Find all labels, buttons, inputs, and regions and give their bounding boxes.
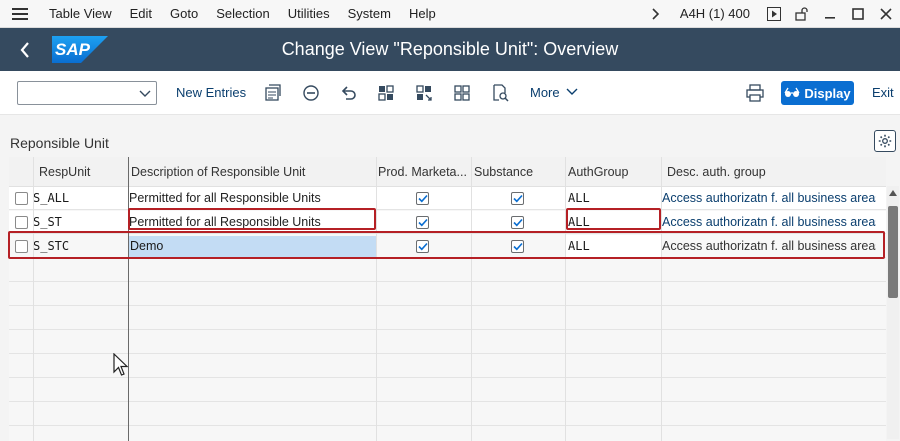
menu-help[interactable]: Help bbox=[400, 0, 445, 28]
exit-button[interactable]: Exit bbox=[872, 71, 894, 115]
menu-edit[interactable]: Edit bbox=[121, 0, 161, 28]
checkmark-icon bbox=[512, 218, 523, 227]
copy-as-icon[interactable] bbox=[263, 83, 283, 103]
empty-table-row bbox=[9, 259, 886, 282]
vertical-scrollbar[interactable] bbox=[887, 186, 899, 439]
system-info: A4H (1) 400 bbox=[679, 6, 750, 21]
prod-marketability-checkbox[interactable] bbox=[416, 192, 429, 205]
column-divider bbox=[565, 157, 566, 441]
chevron-down-icon bbox=[139, 90, 151, 97]
glasses-icon bbox=[784, 87, 800, 97]
column-divider bbox=[33, 157, 34, 441]
empty-table-row bbox=[9, 331, 886, 354]
chevron-down-icon bbox=[566, 88, 578, 95]
highlight-row-s-stc bbox=[8, 231, 885, 259]
checkmark-icon bbox=[417, 218, 428, 227]
display-button[interactable]: Display bbox=[781, 81, 854, 105]
more-button[interactable]: More bbox=[530, 71, 578, 115]
column-header-authgroup[interactable]: AuthGroup bbox=[568, 157, 658, 187]
content-area: Reponsible Unit RespUnit Description of … bbox=[0, 115, 900, 441]
select-block-icon[interactable] bbox=[414, 83, 434, 103]
column-divider bbox=[376, 157, 377, 441]
sap-logo-text: SAP bbox=[55, 40, 90, 59]
menu-bar: Table View Edit Goto Selection Utilities… bbox=[0, 0, 900, 28]
menu-goto[interactable]: Goto bbox=[161, 0, 207, 28]
column-header-prod-marketability[interactable]: Prod. Marketa... bbox=[378, 157, 470, 187]
highlight-description-s-st bbox=[128, 208, 376, 230]
delete-icon[interactable] bbox=[301, 83, 321, 103]
empty-table-row bbox=[9, 355, 886, 378]
page-title: Change View "Reponsible Unit": Overview bbox=[281, 39, 619, 59]
back-icon[interactable] bbox=[0, 28, 50, 71]
deselect-all-icon[interactable] bbox=[452, 83, 472, 103]
auth-group-cell[interactable]: ALL bbox=[568, 187, 590, 210]
description-cell[interactable]: Permitted for all Responsible Units bbox=[129, 187, 321, 210]
column-divider bbox=[661, 157, 662, 441]
substance-checkbox[interactable] bbox=[511, 192, 524, 205]
menu-selection[interactable]: Selection bbox=[207, 0, 278, 28]
empty-table-row bbox=[9, 427, 886, 441]
more-label: More bbox=[530, 85, 560, 100]
close-icon[interactable] bbox=[872, 0, 900, 28]
mouse-cursor-icon bbox=[113, 353, 129, 376]
print-icon[interactable] bbox=[745, 83, 765, 103]
scroll-up-arrow-icon[interactable] bbox=[889, 190, 897, 196]
table-settings-button[interactable] bbox=[874, 130, 896, 152]
sap-logo: SAP bbox=[52, 36, 108, 63]
column-header-substance[interactable]: Substance bbox=[474, 157, 564, 187]
hamburger-menu-icon[interactable] bbox=[0, 0, 40, 28]
empty-table-row bbox=[9, 307, 886, 330]
column-header-desc-auth-group[interactable]: Desc. auth. group bbox=[667, 157, 877, 187]
title-bar: Change View "Reponsible Unit": Overview … bbox=[0, 28, 900, 71]
column-header-respunit[interactable]: RespUnit bbox=[39, 157, 127, 187]
menu-table-view[interactable]: Table View bbox=[40, 0, 121, 28]
responsible-unit-table: RespUnit Description of Responsible Unit… bbox=[9, 157, 886, 441]
table-row: S_ALL Permitted for all Responsible Unit… bbox=[9, 187, 886, 210]
undo-icon[interactable] bbox=[339, 83, 359, 103]
section-title: Reponsible Unit bbox=[10, 135, 109, 151]
empty-table-row bbox=[9, 283, 886, 306]
chevron-right-icon[interactable] bbox=[642, 0, 670, 28]
maximize-icon[interactable] bbox=[844, 0, 872, 28]
display-label: Display bbox=[804, 85, 851, 101]
column-divider bbox=[471, 157, 472, 441]
highlight-authgroup-s-st bbox=[566, 208, 661, 230]
checkmark-icon bbox=[512, 194, 523, 203]
resp-unit-cell[interactable]: S_ALL bbox=[33, 187, 69, 210]
prod-marketability-checkbox[interactable] bbox=[416, 216, 429, 229]
row-selector-checkbox[interactable] bbox=[15, 192, 28, 205]
gear-icon bbox=[878, 134, 892, 148]
print-preview-icon[interactable] bbox=[490, 83, 510, 103]
new-entries-button[interactable]: New Entries bbox=[176, 71, 246, 115]
substance-checkbox[interactable] bbox=[511, 216, 524, 229]
unlock-icon[interactable] bbox=[788, 0, 816, 28]
empty-table-row bbox=[9, 379, 886, 402]
auth-desc-cell: Access authorizatn f. all business areas bbox=[662, 191, 876, 205]
row-selector-checkbox[interactable] bbox=[15, 216, 28, 229]
menu-system[interactable]: System bbox=[339, 0, 400, 28]
menu-utilities[interactable]: Utilities bbox=[279, 0, 339, 28]
empty-table-row bbox=[9, 403, 886, 426]
fixed-column-divider[interactable] bbox=[128, 157, 129, 441]
minimize-icon[interactable] bbox=[816, 0, 844, 28]
application-toolbar: New Entries More Display Exit bbox=[0, 71, 900, 115]
checkmark-icon bbox=[417, 194, 428, 203]
play-icon[interactable] bbox=[760, 0, 788, 28]
scrollbar-thumb[interactable] bbox=[888, 206, 898, 298]
column-header-description[interactable]: Description of Responsible Unit bbox=[131, 157, 375, 187]
select-all-icon[interactable] bbox=[376, 83, 396, 103]
command-field-select[interactable] bbox=[17, 81, 157, 105]
